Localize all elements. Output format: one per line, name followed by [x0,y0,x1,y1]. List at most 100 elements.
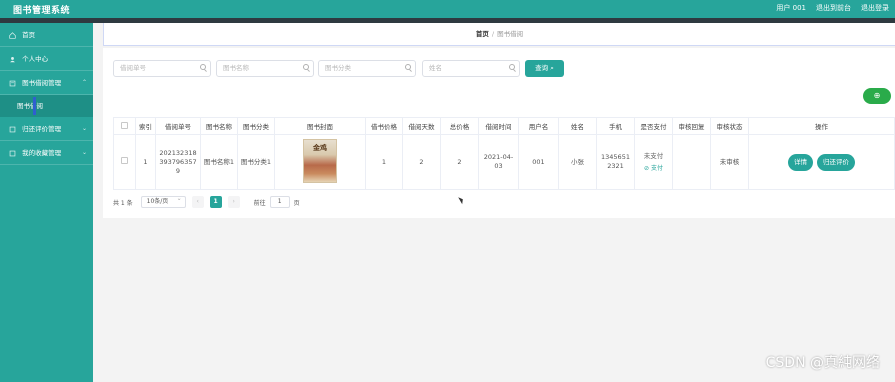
breadcrumb-separator: / [491,30,495,38]
column-header: 审核状态 [710,117,749,135]
book-category-input[interactable]: 图书分类 [318,60,416,77]
borrow-no-placeholder: 借阅单号 [120,64,146,72]
select-all-cell[interactable] [113,117,136,135]
main-panel: 借阅单号 图书名称 图书分类 姓名 查询 ⌕ ⊕ 索引 借阅单号 图书名称 图书… [103,48,895,218]
pagination: 共 1 条 10条/页 ‹ 1 › 前往 1 页 [113,194,300,208]
prev-page-button[interactable]: ‹ [191,196,204,208]
active-marker [33,97,36,115]
select-all-checkbox[interactable] [121,121,128,129]
reply-cell [672,134,711,190]
book-icon [9,80,16,86]
chevron-down-icon: ⌄ [81,125,87,132]
user-label: 用户 001 [776,4,806,12]
user-icon [10,56,15,62]
column-header: 借阅时间 [478,117,519,135]
paid-status: 未支付 [643,151,664,160]
row-checkbox[interactable] [121,157,128,164]
book-cover-image[interactable]: 金鸡 [303,138,337,183]
search-icon [200,64,206,70]
borrow-no-cell: 2021323183937963579 [155,134,201,190]
goto-suffix: 页 [293,199,300,207]
sidebar-subitem-borrow[interactable]: 图书借阅 [0,95,93,117]
borrow-time-cell: 2021-04-03 [478,134,519,190]
chevron-down-icon: ⌄ [81,149,87,156]
column-header: 索引 [135,117,156,135]
top-bar: 图书管理系统 用户 001 退出到前台 退出登录 [0,0,895,18]
price-cell: 1 [365,134,403,190]
book-name-placeholder: 图书名称 [223,64,249,72]
name-placeholder: 姓名 [429,64,442,72]
breadcrumb-home[interactable]: 首页 [476,30,489,38]
star-icon [9,150,16,156]
column-header: 姓名 [558,117,597,135]
back-to-front-link[interactable]: 退出到前台 [816,3,851,13]
index-cell: 1 [135,134,156,190]
cover-cell: 金鸡 [274,134,366,190]
search-icon [405,64,411,70]
column-header: 图书封面 [274,117,366,135]
phone-cell: 13456512321 [596,134,635,190]
add-button[interactable]: ⊕ [863,88,891,104]
paid-cell: 未支付 ⊘ 支付 [634,134,673,190]
actions-cell: 详情 归还评价 [748,134,895,190]
goto-page-input[interactable]: 1 [269,196,290,208]
return-review-button[interactable]: 归还评价 [817,153,856,171]
sidebar-item-label: 归还评价管理 [22,125,62,133]
sidebar-item-borrow-management[interactable]: 图书借阅管理 ⌃ [0,71,93,95]
username-cell: 001 [518,134,559,190]
sidebar-item-profile[interactable]: 个人中心 [0,47,93,71]
borrow-time-value: 2021-04-03 [483,153,514,170]
column-header: 手机 [596,117,635,135]
column-header: 是否支付 [634,117,673,135]
phone-value: 13456512321 [601,153,630,170]
search-icon [303,64,309,70]
breadcrumb: 首页 / 图书借阅 [103,23,895,46]
top-links: 用户 001 退出到前台 退出登录 [776,3,889,13]
status-cell: 未审核 [710,134,749,190]
sidebar-item-home[interactable]: 首页 [0,23,93,47]
detail-button[interactable]: 详情 [787,153,813,171]
column-header: 图书分类 [237,117,275,135]
search-button-label: 查询 [535,64,549,72]
book-category-placeholder: 图书分类 [325,64,351,72]
app-title: 图书管理系统 [13,6,71,16]
column-header: 操作 [748,117,895,135]
sidebar-item-label: 图书借阅 [17,102,43,110]
name-cell: 小张 [558,134,597,190]
sidebar-item-return-review[interactable]: 归还评价管理 ⌄ [0,117,93,141]
total-cell: 2 [440,134,479,190]
breadcrumb-current: 图书借阅 [497,30,524,38]
page-size-select[interactable]: 10条/页 [140,194,186,208]
sidebar-item-label: 我的收藏管理 [22,149,62,157]
chevron-up-icon: ⌃ [81,79,87,86]
logout-link[interactable]: 退出登录 [861,3,889,13]
column-header: 审核回复 [672,117,711,135]
borrow-table: 索引 借阅单号 图书名称 图书分类 图书封面 借书价格 借阅天数 总价格 借阅时… [113,117,895,190]
column-header: 借阅单号 [155,117,201,135]
column-header: 总价格 [440,117,479,135]
next-page-button[interactable]: › [227,196,240,208]
book-name-input[interactable]: 图书名称 [216,60,314,77]
column-header: 借书价格 [365,117,403,135]
sidebar-item-label: 个人中心 [22,55,49,63]
sidebar-item-favorites[interactable]: 我的收藏管理 ⌄ [0,141,93,165]
table-row: 1 2021323183937963579 图书名称1 图书分类1 金鸡 1 2… [113,134,895,190]
category-cell: 图书分类1 [237,134,275,190]
column-header: 图书名称 [200,117,238,135]
sidebar: 首页 个人中心 图书借阅管理 ⌃ 图书借阅 归还评价管理 ⌄ 我的收藏管理 ⌄ [0,23,93,382]
home-icon [9,31,16,39]
search-icon [509,64,515,70]
name-input[interactable]: 姓名 [422,60,520,77]
total-count: 共 1 条 [113,199,133,207]
watermark: CSDN @真純网络 [765,355,880,371]
cover-title: 金鸡 [313,143,327,152]
row-select-cell[interactable] [113,134,136,190]
table-header-row: 索引 借阅单号 图书名称 图书分类 图书封面 借书价格 借阅天数 总价格 借阅时… [113,117,895,135]
borrow-no-input[interactable]: 借阅单号 [113,60,211,77]
pay-link[interactable]: ⊘ 支付 [635,164,672,173]
borrow-no-value: 2021323183937963579 [159,148,197,175]
page-number-button[interactable]: 1 [209,196,222,208]
search-button[interactable]: 查询 ⌕ [525,60,564,77]
column-header: 借阅天数 [402,117,441,135]
comment-icon [9,126,16,132]
